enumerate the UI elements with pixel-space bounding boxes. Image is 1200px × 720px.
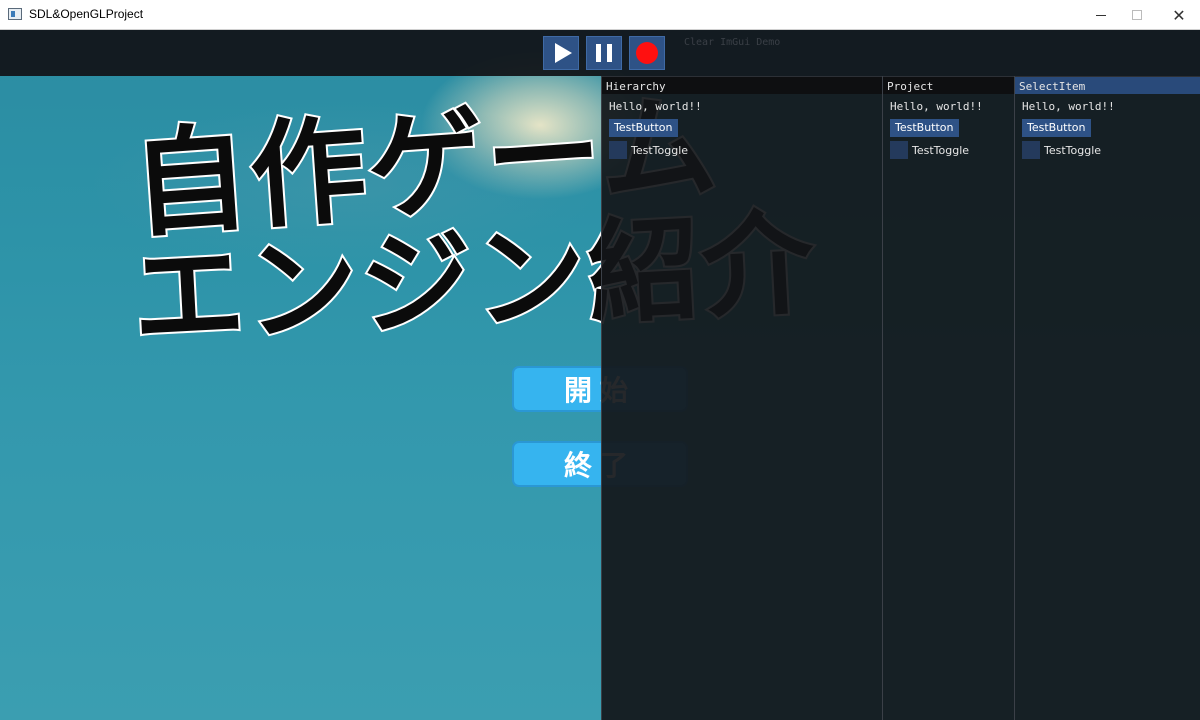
hierarchy-panel-body: Hello, world!! TestButton TestToggle (602, 94, 882, 160)
maximize-button[interactable] (1114, 0, 1160, 30)
test-toggle[interactable]: TestToggle (1022, 140, 1200, 160)
toggle-checkbox[interactable] (890, 141, 908, 159)
hello-text: Hello, world!! (890, 100, 983, 113)
select-item-panel-title[interactable]: SelectItem (1015, 76, 1200, 94)
minimize-icon (1096, 14, 1106, 16)
hello-text: Hello, world!! (609, 100, 702, 113)
project-panel-title[interactable]: Project (883, 76, 1014, 94)
record-button[interactable] (629, 36, 665, 70)
maximize-icon (1132, 10, 1142, 20)
pause-button[interactable] (586, 36, 622, 70)
close-button[interactable]: ✕ (1156, 0, 1200, 30)
close-icon: ✕ (1172, 5, 1186, 25)
app-icon (8, 8, 22, 20)
clear-demo-label[interactable]: Clear ImGui Demo (684, 37, 780, 48)
test-button[interactable]: TestButton (1022, 119, 1091, 137)
window-title: SDL&OpenGLProject (29, 7, 144, 21)
play-icon (554, 43, 572, 63)
hierarchy-panel-title[interactable]: Hierarchy (602, 76, 882, 94)
project-panel: Project Hello, world!! TestButton TestTo… (882, 76, 1014, 720)
toggle-checkbox[interactable] (1022, 141, 1040, 159)
toggle-label: TestToggle (1044, 143, 1102, 157)
record-icon (636, 42, 658, 64)
pause-icon (596, 44, 612, 62)
toggle-label: TestToggle (912, 143, 970, 157)
editor-toolbar: Clear ImGui Demo (0, 30, 1200, 76)
select-item-panel: SelectItem Hello, world!! TestButton Tes… (1014, 76, 1200, 720)
toggle-checkbox[interactable] (609, 141, 627, 159)
test-toggle[interactable]: TestToggle (609, 140, 882, 160)
test-toggle[interactable]: TestToggle (890, 140, 1014, 160)
select-item-panel-body: Hello, world!! TestButton TestToggle (1015, 94, 1200, 160)
test-button[interactable]: TestButton (609, 119, 678, 137)
play-button[interactable] (543, 36, 579, 70)
test-button[interactable]: TestButton (890, 119, 959, 137)
project-panel-body: Hello, world!! TestButton TestToggle (883, 94, 1014, 160)
window-titlebar: SDL&OpenGLProject ✕ (0, 0, 1200, 30)
toggle-label: TestToggle (631, 143, 689, 157)
hierarchy-panel: Hierarchy Hello, world!! TestButton Test… (601, 76, 882, 720)
hello-text: Hello, world!! (1022, 100, 1115, 113)
game-viewport[interactable]: 自作ゲーム エンジン紹介 開始 終了 Clear ImGui Demo Hier… (0, 30, 1200, 720)
